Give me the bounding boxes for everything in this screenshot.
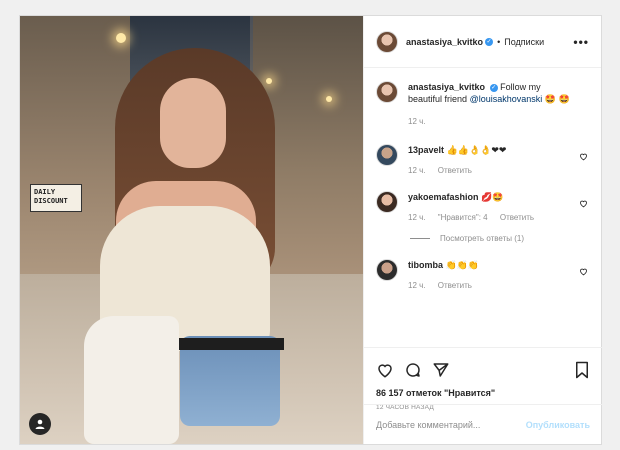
reply-button[interactable]: Ответить	[438, 166, 472, 175]
sign-line-2: DISCOUNT	[34, 197, 68, 205]
author-username[interactable]: anastasiya_kvitko	[406, 37, 483, 47]
add-comment-bar: Опубликовать	[364, 404, 602, 444]
commenter-avatar[interactable]	[376, 259, 398, 281]
comment-text: 👍👍👌👌❤❤	[446, 146, 507, 156]
photo-person-face	[160, 78, 226, 168]
view-replies-button[interactable]: Посмотреть ответы (1)	[410, 234, 590, 243]
verified-badge-icon: ✓	[489, 83, 498, 92]
comment-body: 13pavelt 👍👍👌👌❤❤ 12 ч. Ответить	[408, 144, 590, 177]
publish-button[interactable]: Опубликовать	[526, 420, 590, 430]
more-options-icon[interactable]: •••	[573, 35, 589, 49]
mention-link[interactable]: @louisakhovanski	[470, 94, 543, 104]
caption-avatar[interactable]	[376, 81, 398, 103]
comment-input[interactable]	[376, 419, 526, 430]
commenter-username[interactable]: tibomba	[408, 260, 443, 270]
view-replies-label: Посмотреть ответы (1)	[440, 234, 525, 243]
photo-person-belt	[178, 338, 284, 350]
comment-item: tibomba 👏👏👏 12 ч. Ответить	[376, 259, 590, 292]
comment-likes[interactable]: "Нравится": 4	[438, 213, 488, 222]
caption-meta: 12 ч.	[408, 116, 576, 128]
comment-body: yakoemafashion 💋🤩 12 ч. "Нравится": 4 От…	[408, 191, 590, 224]
street-lamp	[116, 33, 126, 43]
author-avatar[interactable]	[376, 30, 398, 53]
likes-count[interactable]: 86 157 отметок "Нравится"	[376, 388, 590, 398]
street-lamp	[266, 78, 272, 84]
tagged-users-icon[interactable]	[29, 413, 51, 435]
user-icon	[35, 419, 45, 429]
comment-time[interactable]: 12 ч.	[408, 281, 426, 290]
verified-badge-icon: ✓	[485, 37, 494, 46]
caption-time[interactable]: 12 ч.	[408, 117, 426, 126]
caption-emoji: 🤩 🤩	[544, 95, 571, 105]
comment-item: 13pavelt 👍👍👌👌❤❤ 12 ч. Ответить	[376, 144, 590, 177]
comment-text: 💋🤩	[481, 193, 504, 203]
comment-text: 👏👏👏	[445, 261, 480, 271]
comment-meta: 12 ч. Ответить	[408, 280, 576, 292]
comment-item: yakoemafashion 💋🤩 12 ч. "Нравится": 4 От…	[376, 191, 590, 224]
like-comment-heart-icon[interactable]	[579, 199, 588, 208]
comments-list: anastasiya_kvitko ✓ Follow my beautiful …	[364, 69, 602, 347]
comment-bubble-icon[interactable]	[404, 361, 422, 379]
reply-button[interactable]: Ответить	[500, 213, 534, 222]
commenter-username[interactable]: 13pavelt	[408, 145, 444, 155]
post-side-panel: anastasiya_kvitko ✓ • Подписки ••• anast…	[363, 16, 602, 444]
caption-username[interactable]: anastasiya_kvitko	[408, 82, 485, 92]
commenter-username[interactable]: yakoemafashion	[408, 192, 479, 202]
comment-meta: 12 ч. Ответить	[408, 165, 576, 177]
caption-body: anastasiya_kvitko ✓ Follow my beautiful …	[408, 81, 590, 128]
commenter-avatar[interactable]	[376, 191, 398, 213]
like-comment-heart-icon[interactable]	[579, 152, 588, 161]
comment-meta: 12 ч. "Нравится": 4 Ответить	[408, 212, 576, 224]
commenter-avatar[interactable]	[376, 144, 398, 166]
discount-sign: DAILY DISCOUNT	[30, 184, 82, 212]
photo-person-cardigan	[84, 316, 179, 444]
street-lamp	[326, 96, 332, 102]
header-separator: •	[497, 36, 501, 47]
sign-line-1: DAILY	[34, 188, 56, 196]
share-paper-plane-icon[interactable]	[432, 361, 450, 379]
comment-time[interactable]: 12 ч.	[408, 166, 426, 175]
like-comment-heart-icon[interactable]	[579, 267, 588, 276]
instagram-post: DAILY DISCOUNT anastasiya_kvitko ✓ • Под…	[19, 15, 602, 445]
replies-divider	[410, 238, 430, 239]
post-photo[interactable]: DAILY DISCOUNT	[20, 16, 363, 444]
action-icons	[376, 360, 590, 380]
comment-body: tibomba 👏👏👏 12 ч. Ответить	[408, 259, 590, 292]
reply-button[interactable]: Ответить	[438, 281, 472, 290]
post-caption: anastasiya_kvitko ✓ Follow my beautiful …	[376, 81, 590, 128]
comment-time[interactable]: 12 ч.	[408, 213, 426, 222]
post-header: anastasiya_kvitko ✓ • Подписки •••	[364, 16, 601, 68]
following-button[interactable]: Подписки	[504, 37, 544, 47]
like-heart-icon[interactable]	[376, 361, 394, 379]
post-actions: 86 157 отметок "Нравится" 12 ЧАСОВ НАЗАД	[364, 347, 602, 411]
save-bookmark-icon[interactable]	[574, 361, 590, 379]
